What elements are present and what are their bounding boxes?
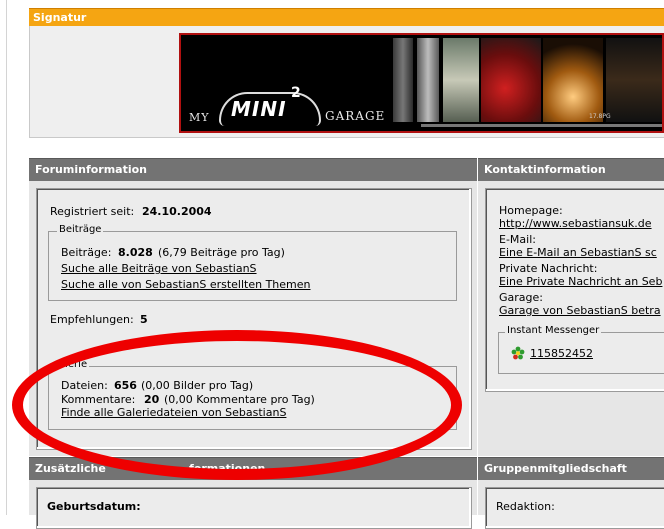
group-membership-title: Gruppenmitgliedschaft: [484, 462, 627, 475]
forum-info-header: Foruminformation: [29, 158, 477, 181]
posts-rate: (6,79 Beiträge pro Tag): [158, 246, 285, 259]
banner-photo-panel: [393, 38, 413, 122]
search-posts-link[interactable]: Suche alle Beiträge von SebastianS: [61, 262, 257, 275]
forum-info-title: Foruminformation: [35, 163, 148, 176]
banner-logo-mini: MINI: [231, 97, 287, 121]
group-membership-header: Gruppenmitgliedschaft: [478, 457, 664, 480]
left-border-line: [6, 0, 7, 515]
additional-info-header: Zusätzliche formationen: [29, 457, 477, 480]
banner-logo-my: MY: [189, 111, 210, 124]
banner-photo-panel: [606, 38, 662, 122]
signature-header-title: Signatur: [33, 11, 87, 24]
recommendations-label: Empfehlungen:: [50, 313, 134, 326]
private-message-label: Private Nachricht:: [499, 262, 598, 275]
banner-slider-bar: [421, 124, 662, 127]
banner-logo-garage: GARAGE: [325, 109, 386, 123]
files-count: 656: [114, 379, 137, 392]
additional-info-title-left: Zusätzliche: [35, 462, 106, 475]
signature-banner-image[interactable]: MY MINI 2 GARAGE 17.8PG: [179, 33, 664, 133]
garage-label: Garage:: [499, 291, 543, 304]
icq-number-link[interactable]: 115852452: [530, 347, 593, 360]
files-rate: (0,00 Bilder pro Tag): [141, 379, 254, 392]
registered-label: Registriert seit:: [50, 205, 135, 218]
icq-flower-icon: [511, 346, 525, 360]
private-message-link[interactable]: Eine Private Nachricht an Seb: [499, 275, 662, 288]
recommendations-value: 5: [140, 313, 148, 326]
garage-link[interactable]: Garage von SebastianS betra: [499, 304, 661, 317]
posts-legend: Beiträge: [57, 224, 104, 235]
comments-label: Kommentare:: [61, 393, 136, 406]
gallery-files-link[interactable]: Finde alle Galeriedateien von SebastianS: [61, 406, 286, 419]
comments-count: 20: [144, 393, 160, 406]
gallery-legend: alerie: [57, 359, 90, 370]
homepage-label: Homepage:: [499, 204, 563, 217]
comments-rate: (0,00 Kommentare pro Tag): [164, 393, 315, 406]
banner-photo-panel: [417, 38, 439, 122]
banner-caption: 17.8PG: [589, 113, 611, 120]
instant-messenger-legend: Instant Messenger: [505, 325, 602, 336]
signature-header: Signatur: [29, 8, 664, 27]
contact-info-header: Kontaktinformation: [478, 158, 664, 181]
posts-label: Beiträge:: [61, 246, 112, 259]
contact-info-title: Kontaktinformation: [484, 163, 606, 176]
banner-photo-panel: [481, 38, 541, 122]
additional-info-title-right: formationen: [189, 462, 266, 475]
email-label: E-Mail:: [499, 233, 536, 246]
files-label: Dateien:: [61, 379, 108, 392]
banner-photo-panel: [543, 38, 603, 122]
search-threads-link[interactable]: Suche alle von SebastianS erstellten The…: [61, 278, 311, 291]
redaktion-label: Redaktion:: [496, 500, 555, 513]
birthday-label: Geburtsdatum:: [47, 500, 141, 513]
homepage-link[interactable]: http://www.sebastiansuk.de: [499, 217, 652, 230]
banner-photo-panel: [443, 38, 479, 122]
email-link[interactable]: Eine E-Mail an SebastianS sc: [499, 246, 657, 259]
posts-count: 8.028: [118, 246, 153, 259]
banner-logo-superscript: 2: [291, 85, 301, 101]
registered-value: 24.10.2004: [142, 205, 212, 218]
